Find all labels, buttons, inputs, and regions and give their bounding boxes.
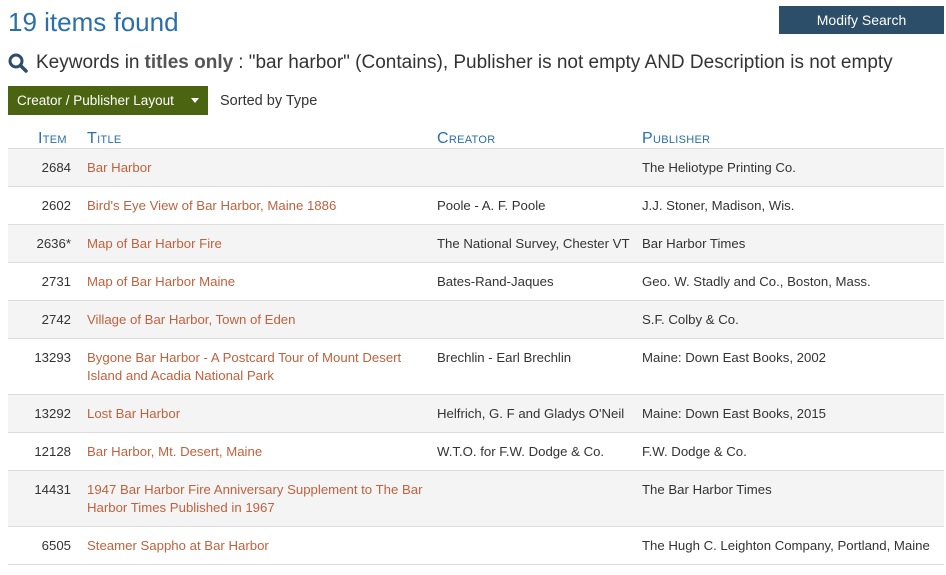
table-row: 2602 Bird's Eye View of Bar Harbor, Main… xyxy=(8,186,944,225)
search-criteria: Keywords in titles only : "bar harbor" (… xyxy=(8,50,893,76)
item-number: 13293 xyxy=(8,338,87,395)
table-row: 2636* Map of Bar Harbor Fire The Nationa… xyxy=(8,224,944,263)
item-title-link[interactable]: Village of Bar Harbor, Town of Eden xyxy=(87,300,437,339)
result-count: 19 items found xyxy=(8,7,179,37)
item-creator: Brechlin - Earl Brechlin xyxy=(437,338,642,395)
item-title-link[interactable]: Bar Harbor, Mt. Desert, Maine xyxy=(87,432,437,471)
table-row: 14431 1947 Bar Harbor Fire Anniversary S… xyxy=(8,470,944,527)
item-number: 14431 xyxy=(8,470,87,527)
layout-dropdown-button[interactable]: Creator / Publisher Layout xyxy=(8,86,208,115)
item-publisher: F.W. Dodge & Co. xyxy=(642,432,944,471)
item-publisher: J.J. Stoner, Madison, Wis. xyxy=(642,186,944,225)
item-creator: Bates-Rand-Jaques xyxy=(437,262,642,301)
column-header-publisher[interactable]: Publisher xyxy=(642,126,944,149)
table-row: 12128 Bar Harbor, Mt. Desert, Maine W.T.… xyxy=(8,432,944,471)
column-header-item[interactable]: Item xyxy=(8,126,87,149)
item-publisher: Maine: Down East Books, 2015 xyxy=(642,394,944,433)
item-creator: W.T.O. for F.W. Dodge & Co. xyxy=(437,432,642,471)
item-title-link[interactable]: Map of Bar Harbor Maine xyxy=(87,262,437,301)
item-publisher: Geo. W. Stadly and Co., Boston, Mass. xyxy=(642,262,944,301)
item-creator xyxy=(437,526,642,565)
item-creator: Helfrich, G. F and Gladys O'Neil xyxy=(437,394,642,433)
criteria-prefix: Keywords in xyxy=(36,52,140,73)
item-number: 2636* xyxy=(8,224,87,263)
table-row: 13293 Bygone Bar Harbor - A Postcard Tou… xyxy=(8,338,944,395)
table-row: 2742 Village of Bar Harbor, Town of Eden… xyxy=(8,300,944,339)
item-publisher: The Hugh C. Leighton Company, Portland, … xyxy=(642,526,944,565)
item-publisher: Bar Harbor Times xyxy=(642,224,944,263)
item-title-link[interactable]: Steamer Sappho at Bar Harbor xyxy=(87,526,437,565)
item-number: 2731 xyxy=(8,262,87,301)
modify-search-button[interactable]: Modify Search xyxy=(779,6,944,34)
results-body: 2684 Bar Harbor The Heliotype Printing C… xyxy=(8,148,944,565)
item-number: 13292 xyxy=(8,394,87,433)
item-title-link[interactable]: Bird's Eye View of Bar Harbor, Maine 188… xyxy=(87,186,437,225)
item-creator xyxy=(437,148,642,187)
item-title-link[interactable]: 1947 Bar Harbor Fire Anniversary Supplem… xyxy=(87,470,437,527)
item-number: 2602 xyxy=(8,186,87,225)
column-header-creator[interactable]: Creator xyxy=(437,126,642,149)
table-row: 13292 Lost Bar Harbor Helfrich, G. F and… xyxy=(8,394,944,433)
item-title-link[interactable]: Map of Bar Harbor Fire xyxy=(87,224,437,263)
item-publisher: The Heliotype Printing Co. xyxy=(642,148,944,187)
table-row: 2684 Bar Harbor The Heliotype Printing C… xyxy=(8,148,944,187)
item-publisher: Maine: Down East Books, 2002 xyxy=(642,338,944,395)
search-icon xyxy=(8,53,28,73)
item-title-link[interactable]: Bar Harbor xyxy=(87,148,437,187)
item-number: 12128 xyxy=(8,432,87,471)
header-row: Item Title Creator Publisher xyxy=(8,126,944,149)
caret-down-icon xyxy=(191,98,199,103)
item-publisher: The Bar Harbor Times xyxy=(642,470,944,527)
results-page: 19 items found Modify Search Keywords in… xyxy=(0,0,946,575)
item-publisher: S.F. Colby & Co. xyxy=(642,300,944,339)
table-row: 6505 Steamer Sappho at Bar Harbor The Hu… xyxy=(8,526,944,565)
item-creator: The National Survey, Chester VT xyxy=(437,224,642,263)
layout-label: Creator / Publisher Layout xyxy=(17,93,174,108)
item-title-link[interactable]: Lost Bar Harbor xyxy=(87,394,437,433)
item-number: 2742 xyxy=(8,300,87,339)
item-number: 6505 xyxy=(8,526,87,565)
item-title-link[interactable]: Bygone Bar Harbor - A Postcard Tour of M… xyxy=(87,338,437,395)
item-creator: Poole - A. F. Poole xyxy=(437,186,642,225)
item-creator xyxy=(437,300,642,339)
results-table: Item Title Creator Publisher 2684 Bar Ha… xyxy=(8,126,944,565)
column-header-title[interactable]: Title xyxy=(87,126,437,149)
criteria-detail: : "bar harbor" (Contains), Publisher is … xyxy=(238,52,893,73)
sort-indicator: Sorted by Type xyxy=(220,92,318,109)
criteria-scope: titles only xyxy=(144,52,234,73)
item-number: 2684 xyxy=(8,148,87,187)
item-creator xyxy=(437,470,642,527)
table-row: 2731 Map of Bar Harbor Maine Bates-Rand-… xyxy=(8,262,944,301)
